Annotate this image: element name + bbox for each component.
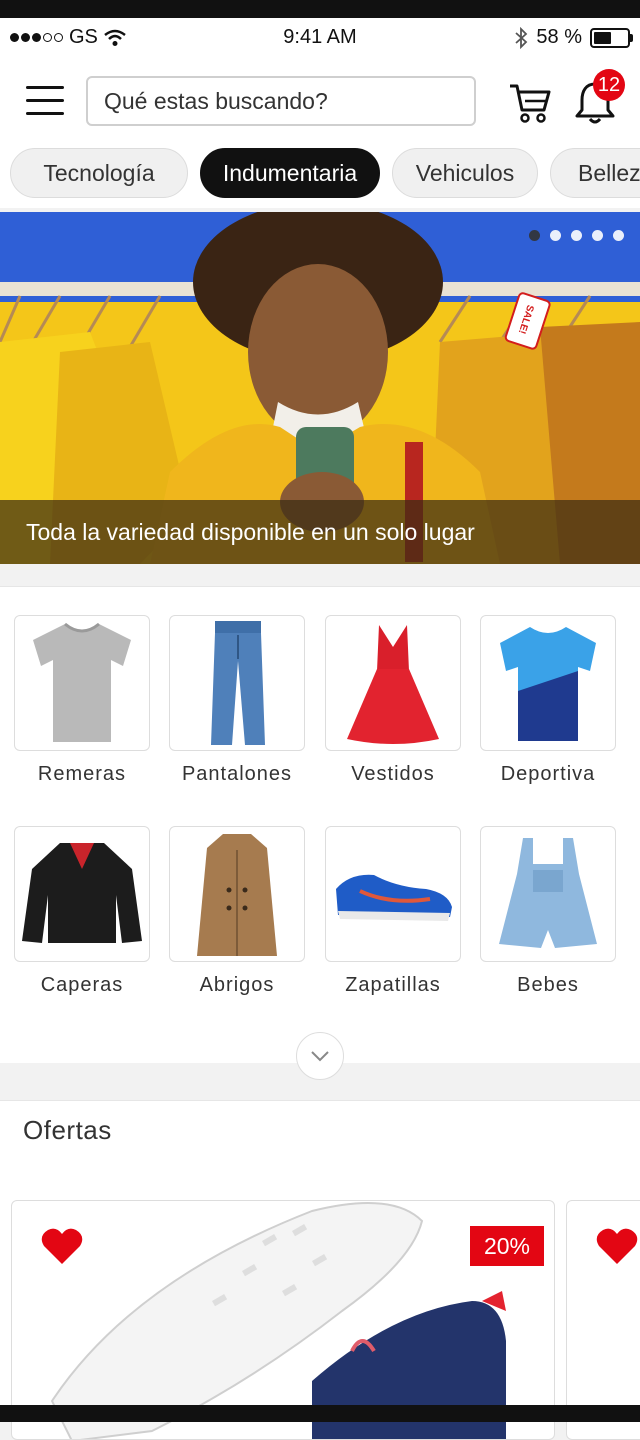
battery-icon (590, 27, 633, 48)
category-label: Caperas (40, 974, 124, 996)
category-tile-zapatillas[interactable]: Zapatillas (325, 826, 461, 997)
carousel-dot[interactable] (592, 230, 603, 241)
baby-overalls-icon (480, 826, 616, 962)
carousel-dot[interactable] (571, 230, 582, 241)
category-label: Remeras (37, 763, 127, 785)
category-label: Zapatillas (345, 974, 441, 996)
notification-badge: 12 (593, 69, 625, 101)
bluetooth-icon (515, 26, 528, 49)
category-tile-bebes[interactable]: Bebes (480, 826, 616, 997)
chip-vehiculos[interactable]: Vehiculos (392, 148, 538, 198)
chevron-down-icon (311, 1051, 329, 1062)
favorite-heart-icon[interactable] (595, 1226, 639, 1266)
menu-icon[interactable] (26, 86, 64, 116)
carousel-dot[interactable] (529, 230, 540, 241)
category-tile-abrigos[interactable]: Abrigos (169, 826, 305, 997)
sport-shirt-icon (480, 615, 616, 751)
carousel-dot[interactable] (613, 230, 624, 241)
leather-jacket-icon (14, 826, 150, 962)
category-tile-remeras[interactable]: Remeras (14, 615, 150, 786)
offers-header: Ofertas (0, 1100, 640, 1166)
category-label: Bebes (517, 974, 579, 996)
category-label: Pantalones (181, 763, 293, 785)
status-right: 58 % (514, 26, 633, 49)
bottom-bezel (0, 1405, 640, 1422)
battery-percent: 58 % (536, 26, 582, 48)
chip-belleza[interactable]: Belleza (550, 148, 640, 198)
category-tile-caperas[interactable]: Caperas (14, 826, 150, 997)
carousel-dots[interactable] (529, 230, 624, 241)
category-label: Vestidos (351, 763, 435, 785)
offers-title: Ofertas (23, 1115, 112, 1145)
chip-tecnologia[interactable]: Tecnología (10, 148, 188, 198)
dress-icon (325, 615, 461, 751)
top-bezel (0, 0, 640, 18)
sneakers-icon (325, 826, 461, 962)
tshirt-icon (14, 615, 150, 751)
expand-button[interactable] (296, 1032, 344, 1080)
search-input[interactable] (102, 86, 460, 116)
category-label: Deportiva (500, 763, 596, 785)
category-tile-vestidos[interactable]: Vestidos (325, 615, 461, 786)
search-box[interactable] (86, 76, 476, 126)
favorite-heart-icon[interactable] (40, 1226, 84, 1266)
jeans-icon (169, 615, 305, 751)
chip-indumentaria[interactable]: Indumentaria (200, 148, 380, 198)
category-label: Abrigos (199, 974, 275, 996)
offers-carousel (0, 1165, 640, 1440)
coat-icon (169, 826, 305, 962)
carousel-dot[interactable] (550, 230, 561, 241)
status-bar: GS 9:41 AM 58 % (0, 18, 640, 58)
discount-badge: 20% (470, 1226, 544, 1266)
banner-caption: Toda la variedad disponible en un solo l… (0, 500, 640, 564)
hero-banner[interactable]: SALE! Toda la variedad disponible en un … (0, 212, 640, 564)
category-tile-deportiva[interactable]: Deportiva (480, 615, 616, 786)
category-chips: Tecnología Indumentaria Vehiculos Bellez… (0, 148, 640, 200)
category-tile-pantalones[interactable]: Pantalones (169, 615, 305, 786)
cart-icon[interactable] (508, 80, 552, 124)
